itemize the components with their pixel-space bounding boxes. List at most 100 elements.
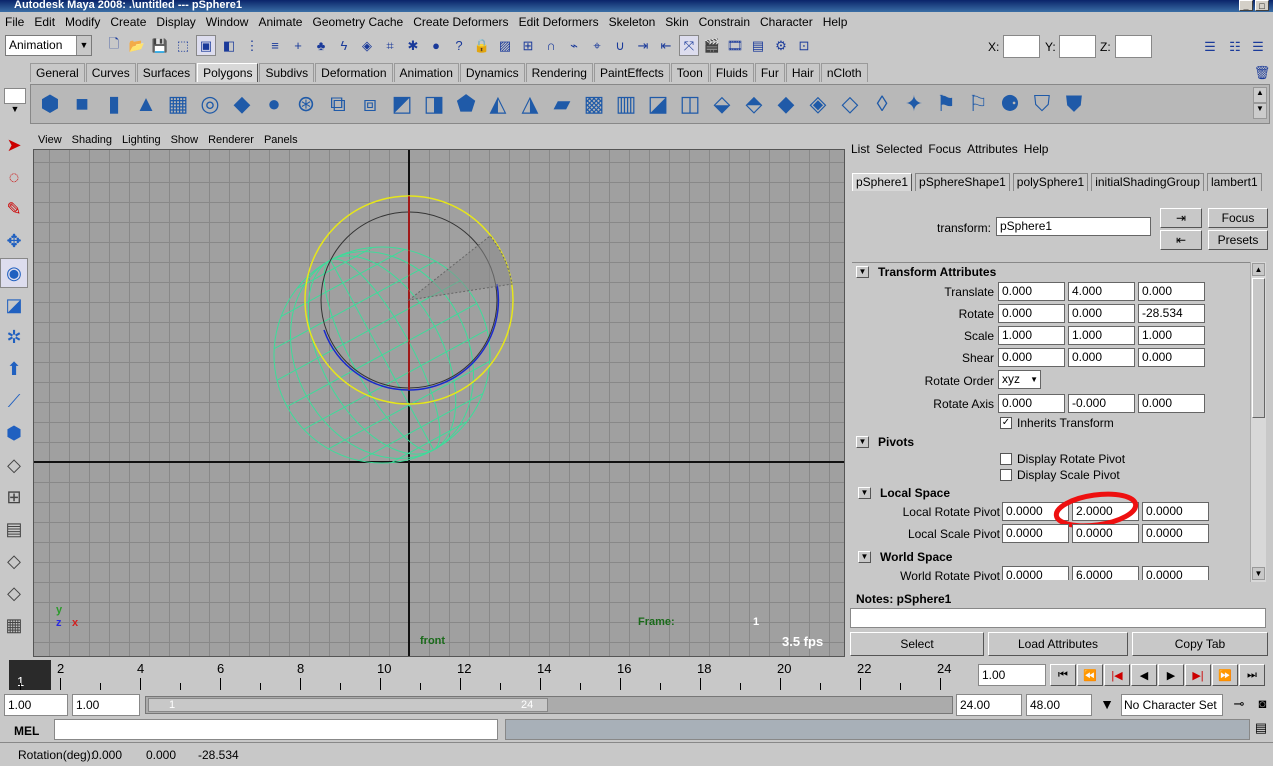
input-ops-icon[interactable]: ⇥ (633, 35, 653, 56)
rotate-axis-y-field[interactable]: -0.000 (1068, 394, 1135, 413)
select-tool-icon[interactable]: ➤ (0, 130, 28, 160)
shelf-tab-toon[interactable]: Toon (670, 63, 709, 82)
bridge-icon[interactable]: ▥ (611, 88, 641, 120)
mirror-icon[interactable]: ◭ (483, 88, 513, 120)
poly-torus-icon[interactable]: ◎ (195, 88, 225, 120)
paint-select-tool-icon[interactable]: ✎ (0, 194, 28, 224)
presets-button[interactable]: Presets (1208, 230, 1268, 250)
menu-skeleton[interactable]: Skeleton (604, 15, 661, 29)
panel-menu-renderer[interactable]: Renderer (203, 131, 259, 149)
shelf-tab-ncloth[interactable]: nCloth (820, 63, 868, 82)
collapse-icon[interactable]: ▼ (858, 487, 871, 499)
rotate-axis-x-field[interactable]: 0.000 (998, 394, 1065, 413)
menu-geometry-cache[interactable]: Geometry Cache (307, 15, 408, 29)
extract-icon[interactable]: ◩ (387, 88, 417, 120)
current-frame-marker[interactable]: 1 (9, 660, 51, 690)
shear-y-field[interactable]: 0.000 (1068, 348, 1135, 367)
scale-z-field[interactable]: 1.000 (1138, 326, 1205, 345)
panel-menu-show[interactable]: Show (166, 131, 204, 149)
scale-tool-icon[interactable]: ◪ (0, 290, 28, 320)
shelf-tab-dynamics[interactable]: Dynamics (459, 63, 525, 82)
curve-mask-icon[interactable]: ϟ (334, 35, 354, 56)
render-mask-icon[interactable]: ● (426, 35, 446, 56)
shelf-option-icon[interactable] (4, 88, 26, 104)
minimize-button[interactable]: _ (1239, 0, 1253, 11)
lasso-tool-icon[interactable]: ◌ (0, 162, 28, 192)
select-hierarchy-icon[interactable]: ⬚ (173, 35, 193, 56)
universal-manipulator-icon[interactable]: ✲ (0, 322, 28, 352)
playback-start-field[interactable]: 1.00 (72, 694, 140, 716)
animation-start-field[interactable]: 1.00 (4, 694, 68, 716)
menu-help[interactable]: Help (818, 15, 853, 29)
move-tool-icon[interactable]: ✥ (0, 226, 28, 256)
z-input[interactable] (1115, 35, 1152, 58)
ae-tab-psphere1[interactable]: pSphere1 (852, 173, 913, 191)
deform-mask-icon[interactable]: ⌗ (380, 35, 400, 56)
menu-edit-deformers[interactable]: Edit Deformers (514, 15, 604, 29)
shelf-tab-fur[interactable]: Fur (754, 63, 785, 82)
misc-mask-icon[interactable]: ? (449, 35, 469, 56)
chevron-up-icon[interactable]: ▲ (1253, 87, 1267, 103)
menu-edit[interactable]: Edit (29, 15, 60, 29)
ae-scrollbar-thumb[interactable] (1252, 278, 1265, 418)
channel-box-toggle-icon[interactable]: ☰ (1200, 36, 1220, 57)
chevron-down-icon[interactable]: ▼ (4, 104, 26, 118)
merge-icon[interactable]: ◫ (675, 88, 705, 120)
inherits-transform-checkbox[interactable]: ✓ (1000, 417, 1012, 429)
step-back-key-icon[interactable]: |◀ (1104, 664, 1130, 686)
go-to-start-icon[interactable]: ⏮ (1050, 664, 1076, 686)
quadrangulate-icon[interactable]: ◊ (867, 88, 897, 120)
poke-icon[interactable]: ◈ (803, 88, 833, 120)
command-input[interactable] (54, 719, 498, 740)
focus-button[interactable]: Focus (1208, 208, 1268, 228)
split-polygon-icon[interactable]: ◮ (515, 88, 545, 120)
bevel-icon[interactable]: ▩ (579, 88, 609, 120)
step-forward-key-icon[interactable]: ▶| (1185, 664, 1211, 686)
play-backward-icon[interactable]: ◀ (1131, 664, 1157, 686)
play-forward-icon[interactable]: ▶ (1158, 664, 1184, 686)
translate-z-field[interactable]: 0.000 (1138, 282, 1205, 301)
notes-field[interactable] (850, 608, 1266, 628)
character-set-field[interactable]: No Character Set (1121, 694, 1223, 716)
save-scene-icon[interactable]: 💾 (150, 35, 170, 56)
panel-menu-view[interactable]: View (33, 131, 67, 149)
poly-plane-icon[interactable]: ▦ (163, 88, 193, 120)
render-view-icon[interactable]: 🎬 (702, 35, 722, 56)
display-scale-pivot-checkbox[interactable] (1000, 469, 1012, 481)
time-ruler[interactable]: 1 2 4 6 8 10 12 14 16 18 20 22 24 (0, 658, 960, 692)
insert-edge-loop-icon[interactable]: ⬙ (707, 88, 737, 120)
shelf-tab-painteffects[interactable]: PaintEffects (593, 63, 670, 82)
poly-cylinder-icon[interactable]: ▮ (99, 88, 129, 120)
range-bar[interactable]: 1 24 (145, 696, 953, 714)
combine-icon[interactable]: ⧉ (323, 88, 353, 120)
x-input[interactable] (1003, 35, 1040, 58)
highlight-icon[interactable]: ▨ (495, 35, 515, 56)
local-rotate-pivot-z-field[interactable]: 0.0000 (1142, 502, 1209, 521)
select-object-icon[interactable]: ▣ (196, 35, 216, 56)
ae-tab-lambert1[interactable]: lambert1 (1206, 173, 1262, 191)
shelf-tab-subdivs[interactable]: Subdivs (259, 63, 315, 82)
shelf-tab-general[interactable]: General (30, 63, 85, 82)
shelf-scroll[interactable]: ▲ ▼ (1253, 87, 1267, 121)
load-attributes-button[interactable]: Load Attributes (988, 632, 1128, 656)
snap-curve-icon[interactable]: ∩ (541, 35, 561, 56)
triangulate-icon[interactable]: ◇ (835, 88, 865, 120)
rotate-tool-icon[interactable]: ◉ (0, 258, 28, 288)
construction-history-icon[interactable]: ⤧ (679, 35, 699, 56)
menu-skin[interactable]: Skin (660, 15, 693, 29)
rotate-z-field[interactable]: -28.534 (1138, 304, 1205, 323)
world-rotate-pivot-y-field[interactable]: 6.0000 (1072, 566, 1139, 580)
poly-cone-icon[interactable]: ▲ (131, 88, 161, 120)
lock-icon[interactable]: 🔒 (472, 35, 492, 56)
menu-animate[interactable]: Animate (253, 15, 307, 29)
new-scene-icon[interactable]: 🗋 (104, 35, 124, 56)
pivots-section[interactable]: ▼ Pivots (852, 433, 1252, 451)
shelf-tab-animation[interactable]: Animation (393, 63, 459, 82)
trash-icon[interactable]: 🗑 (1252, 62, 1272, 83)
chevron-down-icon[interactable]: ▼ (1253, 103, 1267, 119)
presets-icon-button[interactable]: ⇤ (1160, 230, 1202, 250)
shelf-tab-hair[interactable]: Hair (785, 63, 820, 82)
handle-mask-icon[interactable]: + (288, 35, 308, 56)
menu-display[interactable]: Display (151, 15, 200, 29)
current-time-field[interactable]: 1.00 (978, 664, 1046, 686)
